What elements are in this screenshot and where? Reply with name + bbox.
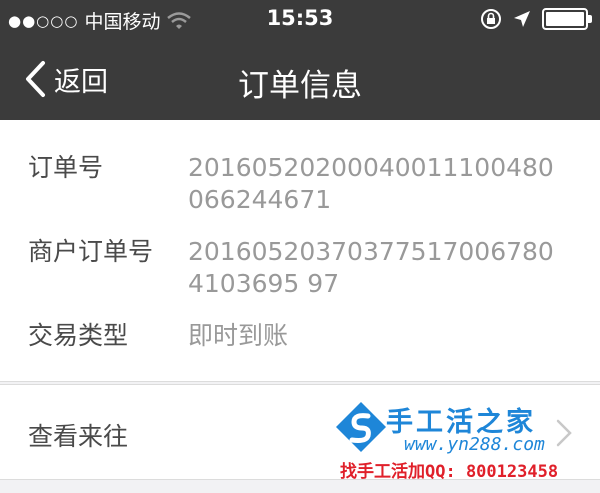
watermark: 手工活之家 www.yn288.com 找手工活加QQ: 800123458 xyxy=(334,400,600,490)
location-arrow-icon xyxy=(514,11,530,27)
status-bar: ●●○○○ 中国移动 15:53 xyxy=(0,0,600,38)
transaction-type-row: 交易类型 即时到账 xyxy=(28,320,580,352)
view-history-label: 查看来往 xyxy=(28,422,129,451)
merchant-order-number-label: 商户订单号 xyxy=(28,237,154,266)
watermark-url: www.yn288.com xyxy=(404,434,545,455)
status-right xyxy=(480,8,592,30)
order-number-label: 订单号 xyxy=(28,153,104,182)
transaction-type-value: 即时到账 xyxy=(188,321,289,350)
merchant-order-number-value: 201605203703775170067804103695 97 xyxy=(188,237,554,298)
order-number-value: 20160520200040011100480066244671 xyxy=(188,153,554,214)
transaction-type-label: 交易类型 xyxy=(28,321,129,350)
watermark-logo-icon xyxy=(336,402,386,452)
orientation-lock-icon xyxy=(481,9,501,29)
order-number-row: 订单号 20160520200040011100480066244671 xyxy=(28,152,580,216)
page-title: 订单信息 xyxy=(238,68,362,104)
watermark-contact: 找手工活加QQ: 800123458 xyxy=(340,462,559,482)
navigation-bar: 返回 订单信息 xyxy=(0,38,600,120)
battery-icon xyxy=(542,8,592,30)
merchant-order-number-row: 商户订单号 201605203703775170067804103695 97 xyxy=(28,236,580,300)
order-info-card: 订单号 20160520200040011100480066244671 商户订… xyxy=(0,120,600,382)
